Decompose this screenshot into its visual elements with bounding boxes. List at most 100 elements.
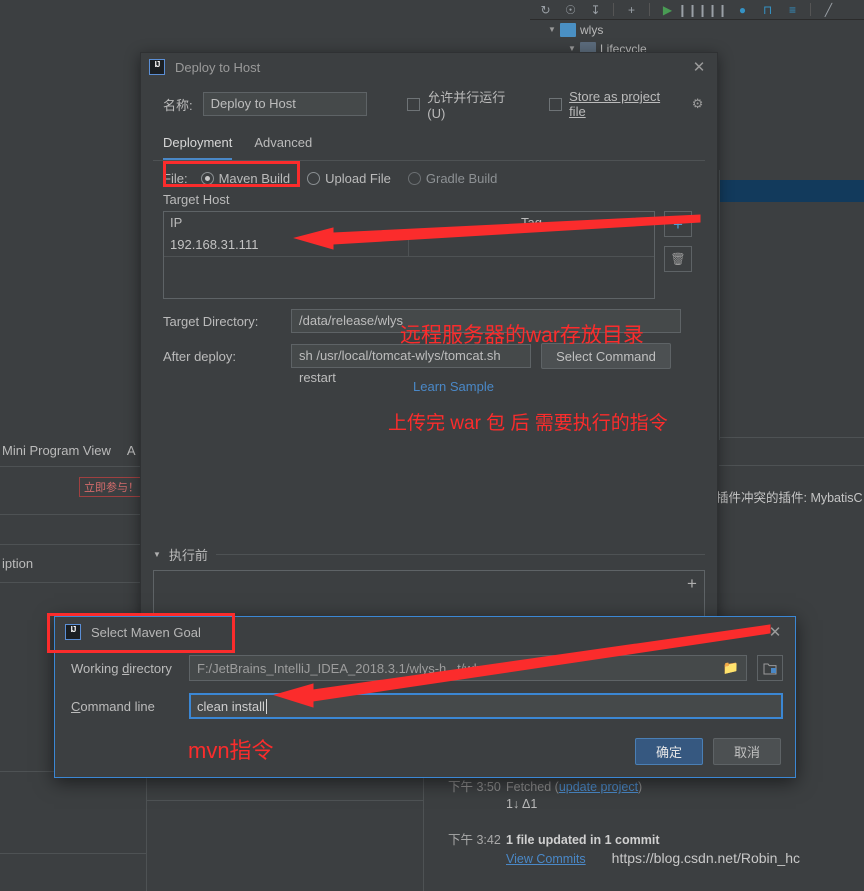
column-header-ip[interactable]: IP <box>164 212 409 234</box>
add-icon[interactable]: + <box>624 2 639 17</box>
refresh-icon[interactable]: ↻ <box>538 2 553 17</box>
column-header-tag[interactable]: Tag <box>409 212 654 234</box>
close-icon[interactable]: ✕ <box>765 622 785 642</box>
vcs-log-row: 下午 3:50 Fetched ( update project ) <box>448 776 864 795</box>
table-side-buttons: + 🗑 <box>664 211 692 299</box>
promo-panel: 立即参与！ <box>0 467 146 515</box>
browse-folder-icon[interactable] <box>757 655 783 681</box>
divider <box>215 554 705 555</box>
file-type-row: File: Maven Build Upload File Gradle Bui… <box>141 161 717 186</box>
view-commits-link[interactable]: View Commits <box>506 852 586 866</box>
allow-parallel-run-label: 允许并行运行(U) <box>427 90 506 121</box>
description-row: iption <box>0 545 146 583</box>
annotation-mvn-command: mvn指令 <box>188 738 274 763</box>
radio-maven-build-label: Maven Build <box>218 171 291 186</box>
radio-upload-file-label: Upload File <box>325 171 391 186</box>
maven-module-icon <box>560 22 576 37</box>
plus-icon[interactable]: + <box>687 575 697 592</box>
vcs-commit-summary: 1 file updated in 1 commit <box>506 833 660 847</box>
radio-gradle-build-label: Gradle Build <box>425 171 498 186</box>
select-maven-goal-dialog: IJ Select Maven Goal ✕ Working directory… <box>54 616 796 778</box>
run-icon[interactable]: ▶ <box>660 2 675 17</box>
divider <box>719 437 864 438</box>
vcs-time: 下午 3:42 <box>448 833 501 847</box>
radio-upload-file[interactable] <box>307 172 321 185</box>
mini-program-view-label: Mini Program View <box>2 443 111 458</box>
left-panel-tab2-label: A <box>126 443 136 458</box>
offline-mode-icon[interactable]: ☉ <box>563 2 578 17</box>
vcs-log-row: View Commits https://blog.csdn.net/Robin… <box>506 850 864 866</box>
maven-dialog-buttons: 确定 取消 <box>635 738 781 765</box>
mini-program-view-tab-row[interactable]: Mini Program View A <box>0 435 146 467</box>
chevron-down-icon[interactable]: ▼ <box>544 25 560 34</box>
working-directory-input[interactable]: F:/JetBrains_IntelliJ_IDEA_2018.3.1/wlys… <box>189 655 747 681</box>
annotation-after-deploy: 上传完 war 包 后 需要执行的指令 <box>388 413 668 434</box>
before-launch-header[interactable]: ▼ 执行前 <box>153 545 705 564</box>
name-input[interactable]: Deploy to Host <box>202 92 368 116</box>
toolbar-separator-1 <box>613 3 614 16</box>
command-line-row: Command line clean install <box>55 691 795 719</box>
trash-icon[interactable]: 🗑 <box>664 246 692 272</box>
maven-dialog-title: Select Maven Goal <box>91 624 201 640</box>
show-icon[interactable]: ≡ <box>785 2 800 17</box>
table-header: IP Tag <box>164 212 654 234</box>
tab-deployment[interactable]: Deployment <box>163 135 233 160</box>
dialog-tabs: Deployment Advanced <box>163 135 717 160</box>
vcs-stats: 1↓ Δ1 <box>506 797 538 811</box>
tab-advanced[interactable]: Advanced <box>254 135 312 160</box>
target-host-label: Target Host <box>163 192 230 207</box>
divider <box>0 853 146 854</box>
table-row[interactable]: 192.168.31.111 <box>164 234 654 257</box>
lightning-icon[interactable]: ● <box>735 2 750 17</box>
working-directory-value: F:/JetBrains_IntelliJ_IDEA_2018.3.1/wlys… <box>197 660 490 676</box>
close-icon[interactable]: ✕ <box>689 57 709 77</box>
divider <box>719 170 720 440</box>
ok-button[interactable]: 确定 <box>635 738 703 765</box>
store-as-project-file-checkbox[interactable]: Store as project file <box>549 89 680 119</box>
folder-icon[interactable]: 📁 <box>723 660 739 676</box>
collapse-icon[interactable]: ⊓ <box>760 2 775 17</box>
working-directory-row: Working directory F:/JetBrains_IntelliJ_… <box>55 653 795 681</box>
cancel-button[interactable]: 取消 <box>713 738 781 765</box>
store-as-project-file-label: Store as project file <box>569 89 661 119</box>
file-label: File: <box>163 171 188 186</box>
toolbar-separator-3 <box>810 3 811 16</box>
plus-icon[interactable]: + <box>664 211 692 237</box>
divider <box>719 465 864 466</box>
download-sources-icon[interactable]: ↧ <box>588 2 603 17</box>
gear-icon[interactable]: ⚙ <box>690 96 705 112</box>
checkbox-box[interactable] <box>407 97 421 111</box>
allow-parallel-run-checkbox[interactable]: 允许并行运行(U) <box>407 87 523 121</box>
intellij-logo-icon: IJ <box>65 624 81 640</box>
update-project-link[interactable]: update project <box>559 780 638 794</box>
text-caret <box>265 698 267 714</box>
target-host-area: IP Tag 192.168.31.111 + 🗑 <box>141 211 717 299</box>
left-panel-spacer <box>0 515 146 545</box>
command-line-input[interactable]: clean install <box>189 693 783 719</box>
maven-dialog-titlebar: IJ Select Maven Goal ✕ <box>55 617 795 647</box>
name-label: 名称: <box>163 97 193 113</box>
radio-maven-build[interactable] <box>200 172 214 185</box>
checkbox-box[interactable] <box>549 97 563 111</box>
annotation-target-directory: 远程服务器的war存放目录 <box>400 324 644 347</box>
triangle-down-icon[interactable]: ▼ <box>153 550 161 559</box>
toolbar-separator-2 <box>649 3 650 16</box>
vcs-text-tail: ) <box>638 780 643 794</box>
tree-node-wlys[interactable]: ▼ wlys <box>530 20 864 39</box>
tree-node-label: wlys <box>580 22 604 37</box>
target-host-table[interactable]: IP Tag 192.168.31.111 <box>163 211 655 299</box>
vcs-log-row: 下午 3:42 1 file updated in 1 commit <box>448 829 864 848</box>
blog-url: https://blog.csdn.net/Robin_hc <box>611 850 800 866</box>
command-line-value: clean install <box>197 698 265 714</box>
join-now-chip[interactable]: 立即参与！ <box>79 477 144 497</box>
pause-icon[interactable]: ❙❙❙ <box>677 2 707 17</box>
name-row: 名称: Deploy to Host 允许并行运行(U) Store as pr… <box>141 81 717 121</box>
after-deploy-label: After deploy: <box>163 348 236 364</box>
vcs-time: 下午 3:50 <box>448 780 501 794</box>
radio-gradle-build[interactable] <box>407 172 421 185</box>
learn-sample-link[interactable]: Learn Sample <box>413 379 717 394</box>
skip-icon[interactable]: ❙❙ <box>707 2 727 17</box>
selected-row-highlight <box>720 180 864 202</box>
command-line-label: Command line <box>71 698 155 714</box>
wrench-icon[interactable]: ╱ <box>821 2 836 17</box>
